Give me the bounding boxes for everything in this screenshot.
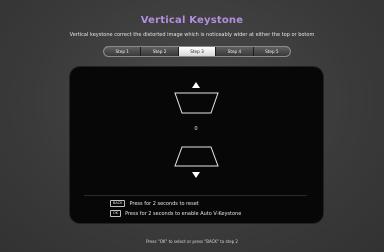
reset-hint-text: Press for 2 seconds to reset [129, 200, 199, 207]
bottom-trapezoid-icon [174, 146, 219, 167]
down-arrow-icon[interactable] [192, 172, 200, 178]
footer-instructions: Press "OK" to select or press "BACK" to … [146, 239, 238, 244]
reset-hint: BACK Press for 2 seconds to reset [110, 200, 199, 207]
top-trapezoid-icon [174, 92, 219, 114]
auto-keystone-hint: OK Press for 2 seconds to enable Auto V-… [110, 210, 241, 217]
back-key-icon: BACK [110, 200, 126, 207]
keystone-value: 0 [194, 126, 198, 132]
keystone-screen: Vertical Keystone Vertical keystone corr… [0, 0, 384, 252]
auto-keystone-hint-text: Press for 2 seconds to enable Auto V-Key… [125, 210, 242, 217]
panel-divider [84, 195, 307, 196]
up-arrow-icon[interactable] [192, 82, 200, 88]
ok-key-icon: OK [110, 210, 122, 217]
